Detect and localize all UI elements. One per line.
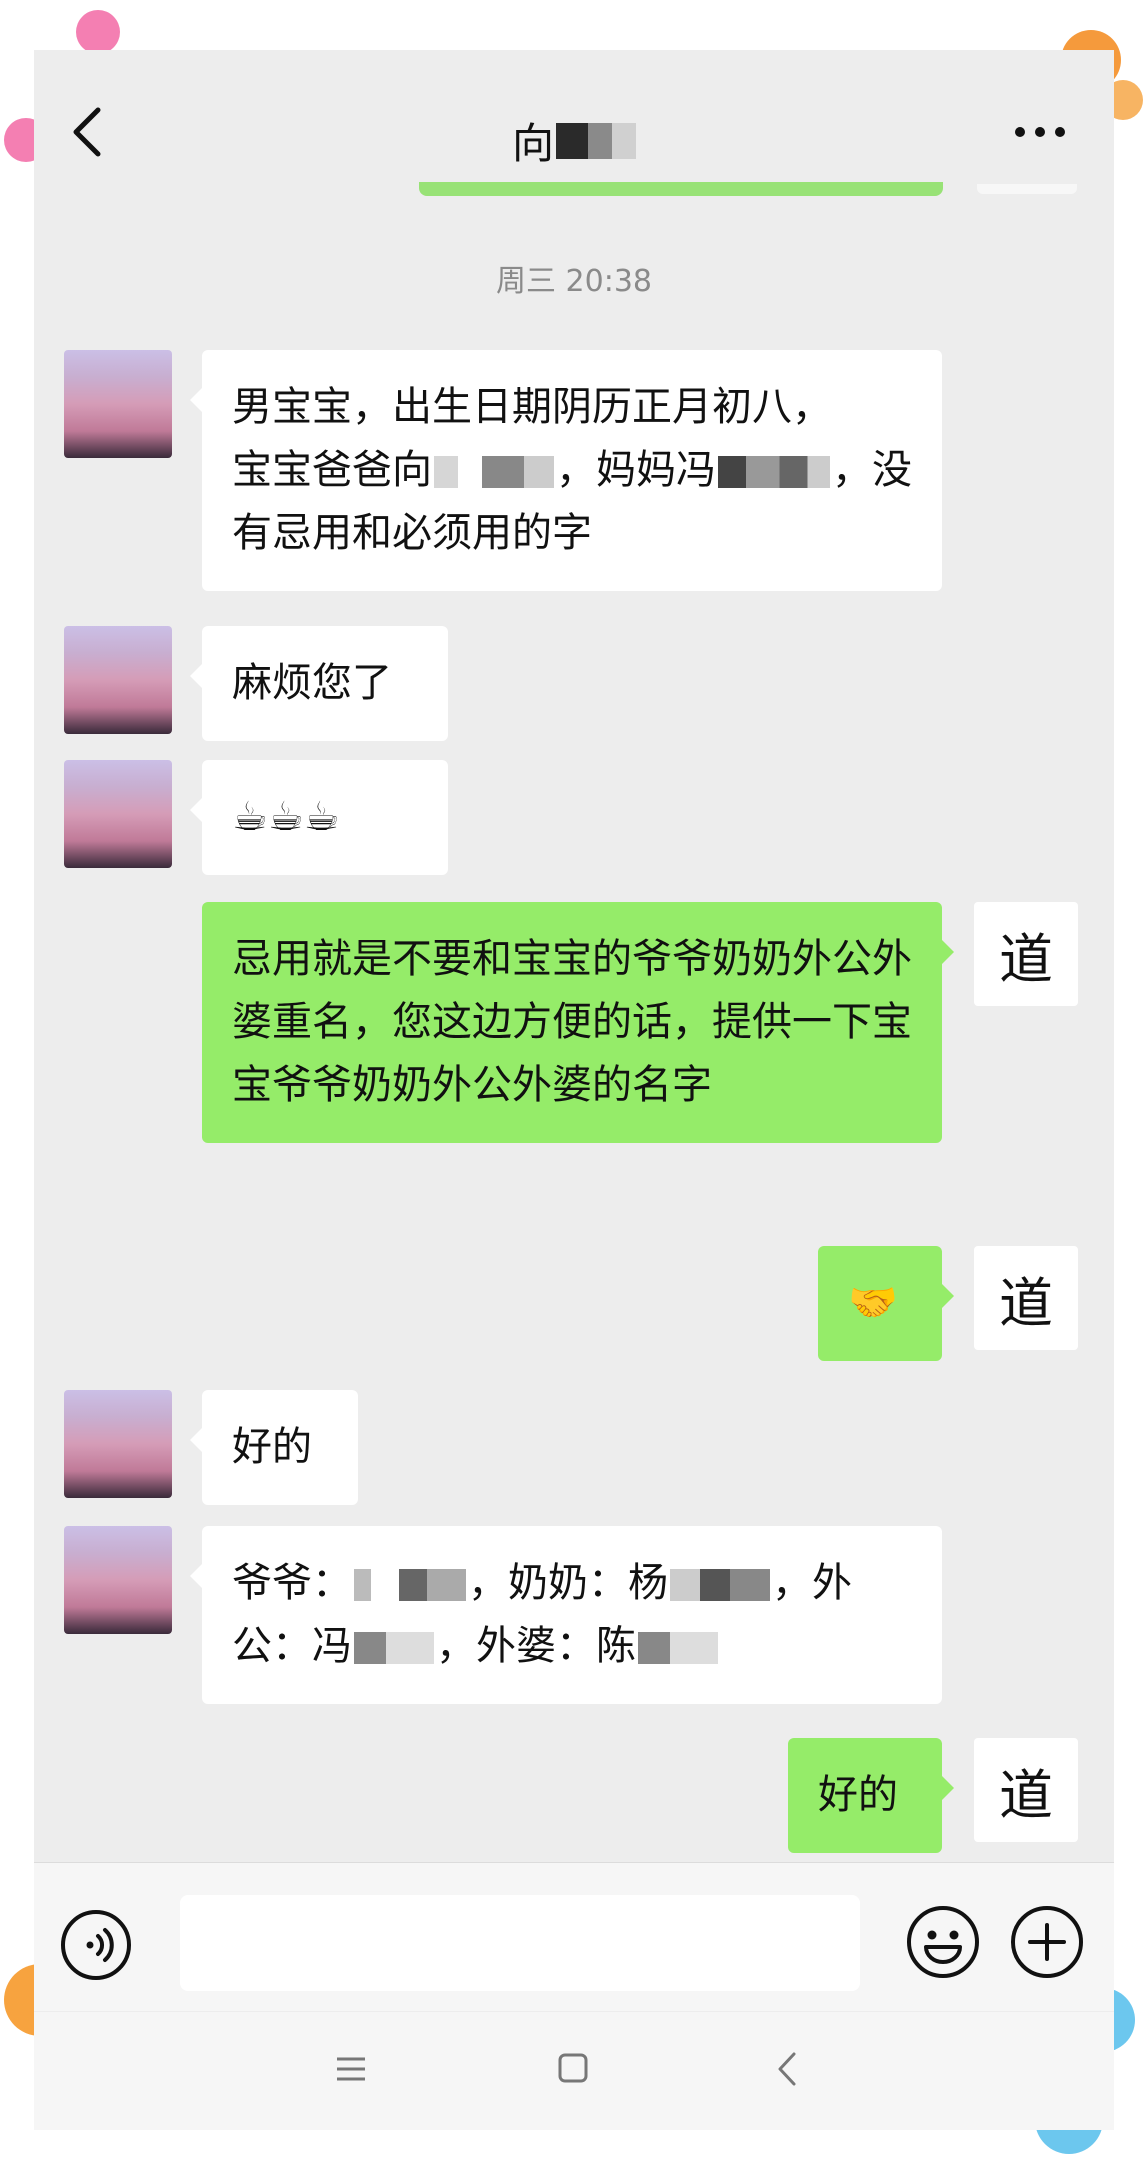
incoming-message[interactable]: ☕☕☕ [190, 760, 448, 875]
message-text: 宝宝爸爸向 [232, 447, 432, 493]
message-text: 好的 [818, 1772, 898, 1818]
message-text: 男宝宝，出生日期阴历正月初八， [232, 384, 832, 430]
outgoing-message[interactable]: 好的 [788, 1738, 954, 1853]
message-text: ，妈妈冯 [556, 447, 716, 493]
previous-avatar-edge [977, 184, 1077, 194]
message-text: 好的 [232, 1424, 312, 1470]
message-text: 忌用就是不要和宝宝的爷爷奶奶外公外婆重名，您这边方便的话，提供一下宝宝爷爷奶奶外… [232, 936, 912, 1108]
message-text: ，外婆：陈 [436, 1623, 636, 1669]
contact-avatar[interactable] [64, 1526, 172, 1634]
incoming-message[interactable]: 好的 [190, 1390, 358, 1505]
more-dots-icon[interactable] [1012, 122, 1068, 142]
contact-name-redaction [556, 122, 636, 159]
message-input[interactable] [180, 1895, 860, 1991]
my-avatar[interactable]: 道 [974, 902, 1078, 1006]
voice-icon[interactable] [60, 1909, 132, 1981]
my-avatar[interactable]: 道 [974, 1246, 1078, 1350]
incoming-message[interactable]: 男宝宝，出生日期阴历正月初八， 宝宝爸爸向 ，妈妈冯 ，没有忌用和必须用的字 [190, 350, 942, 591]
contact-avatar[interactable] [64, 626, 172, 734]
chat-header: 向 [34, 50, 1114, 200]
input-bar [34, 1862, 1114, 2011]
contact-avatar[interactable] [64, 760, 172, 868]
name-redaction [718, 456, 830, 488]
menu-icon[interactable] [334, 2054, 368, 2084]
name-redaction [670, 1569, 770, 1601]
name-redaction [434, 456, 554, 488]
contact-avatar[interactable] [64, 350, 172, 458]
back-icon[interactable] [774, 2050, 800, 2088]
plus-icon[interactable] [1010, 1905, 1084, 1979]
name-redaction [638, 1632, 718, 1664]
message-text: 爷爷： [232, 1560, 352, 1606]
chat-title: 向 [34, 110, 1114, 171]
outgoing-message[interactable]: 🤝 [818, 1246, 954, 1361]
name-redaction [354, 1632, 434, 1664]
emoji-icon[interactable] [906, 1905, 980, 1979]
incoming-message[interactable]: 爷爷： ，奶奶：杨 ，外公：冯 ，外婆：陈 [190, 1526, 942, 1704]
message-text: 麻烦您了 [232, 660, 392, 706]
outgoing-message[interactable]: 忌用就是不要和宝宝的爷爷奶奶外公外婆重名，您这边方便的话，提供一下宝宝爷爷奶奶外… [202, 902, 954, 1143]
system-navigation-bar [34, 2012, 1114, 2130]
message-text: ，奶奶：杨 [468, 1560, 668, 1606]
message-timestamp: 周三 20:38 [496, 264, 652, 299]
home-icon[interactable] [557, 2052, 589, 2084]
contact-name: 向 [511, 119, 554, 168]
previous-message-edge [419, 182, 943, 196]
chat-screen: 向 周三 20:38 男宝宝，出生日期阴历正月初八， 宝宝爸爸向 ，妈妈冯 ，没有忌… [34, 50, 1114, 2130]
incoming-message[interactable]: 麻烦您了 [190, 626, 448, 741]
name-redaction [354, 1569, 466, 1601]
coffee-emoji: ☕☕☕ [232, 794, 340, 840]
handshake-emoji: 🤝 [848, 1280, 898, 1326]
contact-avatar[interactable] [64, 1390, 172, 1498]
my-avatar[interactable]: 道 [974, 1738, 1078, 1842]
